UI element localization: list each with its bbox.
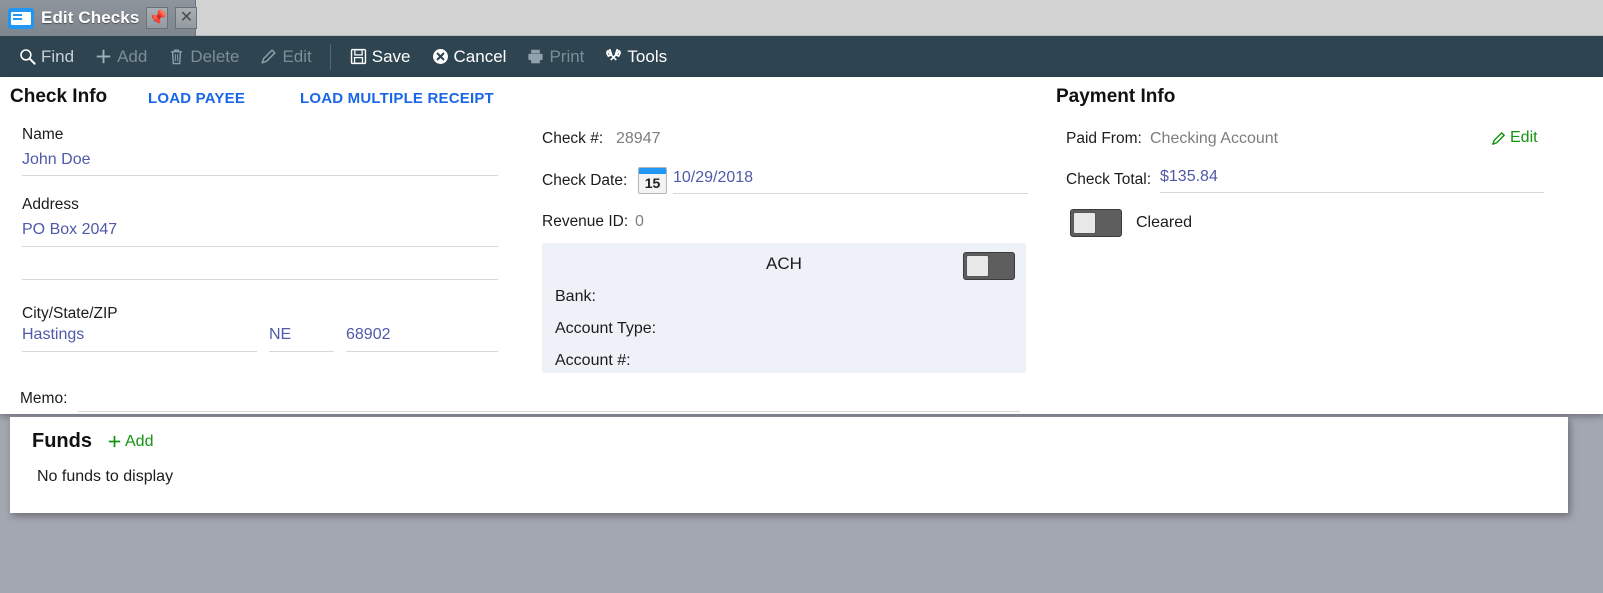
name-input[interactable]: John Doe (22, 151, 498, 176)
zip-value: 68902 (346, 326, 391, 343)
check-number-label: Check #: (542, 130, 604, 147)
toolbar-cancel-label: Cancel (453, 46, 507, 66)
pin-icon[interactable]: 📌 (146, 7, 169, 29)
calendar-icon-day: 15 (644, 175, 661, 191)
check-date-label: Check Date: (542, 172, 628, 189)
check-number-value: 28947 (616, 130, 661, 147)
funds-add-label: Add (125, 432, 154, 450)
check-total-value: $135.84 (1160, 168, 1218, 185)
name-label: Name (22, 126, 64, 143)
toolbar-separator (329, 43, 331, 70)
toolbar-add-button[interactable]: Add (84, 36, 157, 77)
cleared-toggle-knob (1073, 212, 1096, 234)
check-edit-panel: Check Info LOAD PAYEE LOAD MULTIPLE RECE… (0, 77, 1603, 414)
zip-input[interactable]: 68902 (346, 326, 498, 352)
search-icon (20, 49, 36, 65)
name-value: John Doe (22, 151, 91, 168)
check-document-icon (8, 7, 34, 29)
floppy-icon (350, 48, 366, 65)
check-date-input[interactable]: 10/29/2018 (673, 169, 1028, 194)
toolbar-delete-button[interactable]: Delete (157, 36, 249, 77)
check-date-value: 10/29/2018 (673, 169, 754, 186)
toolbar-add-label: Add (117, 46, 148, 66)
ach-toggle-knob (966, 255, 989, 277)
ach-toggle[interactable] (963, 252, 1015, 280)
check-info-heading: Check Info (10, 86, 108, 107)
city-state-zip-label: City/State/ZIP (22, 305, 118, 322)
ach-panel: ACH Bank: Account Type: Account #: (542, 243, 1026, 373)
ach-account-type-label: Account Type: (555, 320, 657, 337)
toolbar-find-label: Find (41, 46, 75, 66)
main-toolbar: Find Add Delete Edit Save Cancel Print T… (0, 36, 1603, 77)
paid-from-label: Paid From: (1066, 130, 1142, 147)
toolbar-save-label: Save (371, 46, 411, 66)
funds-header: Funds Add (10, 417, 1568, 453)
toolbar-cancel-button[interactable]: Cancel (421, 36, 517, 77)
funds-empty-message: No funds to display (37, 468, 174, 485)
cleared-row: Cleared (1070, 209, 1192, 237)
wrench-icon (606, 48, 622, 61)
funds-add-button[interactable]: Add (106, 433, 153, 451)
x-circle-icon (432, 49, 448, 64)
toolbar-delete-label: Delete (190, 46, 240, 66)
load-multiple-receipt-link[interactable]: LOAD MULTIPLE RECEIPT (300, 90, 494, 107)
window-tab-edit-checks[interactable]: Edit Checks 📌 ✕ (0, 0, 198, 36)
state-input[interactable]: NE (269, 326, 334, 352)
trash-icon (171, 49, 183, 65)
toolbar-find-button[interactable]: Find (8, 36, 84, 77)
revenue-id-value: 0 (635, 213, 644, 230)
ach-account-number-label: Account #: (555, 352, 631, 369)
payment-info-heading: Payment Info (1056, 86, 1176, 107)
toolbar-save-button[interactable]: Save (339, 36, 421, 77)
ach-title: ACH (766, 254, 802, 273)
load-payee-link[interactable]: LOAD PAYEE (148, 90, 245, 107)
toolbar-tools-label: Tools (627, 46, 668, 66)
window-title: Edit Checks (41, 8, 140, 27)
plus-icon (96, 49, 111, 64)
close-icon[interactable]: ✕ (175, 7, 198, 29)
toolbar-print-button[interactable]: Print (516, 36, 594, 77)
plus-icon (108, 435, 121, 448)
toolbar-edit-label: Edit (282, 46, 312, 66)
funds-title: Funds (32, 430, 92, 452)
memo-input[interactable] (78, 388, 1020, 412)
revenue-id-label: Revenue ID: (542, 213, 629, 230)
check-total-input[interactable]: $135.84 (1160, 168, 1544, 193)
check-total-label: Check Total: (1066, 171, 1152, 188)
payment-edit-button[interactable]: Edit (1490, 129, 1538, 147)
address-line1-input[interactable]: PO Box 2047 (22, 221, 498, 247)
printer-icon (528, 49, 544, 64)
city-input[interactable]: Hastings (22, 326, 257, 352)
memo-label: Memo: (20, 390, 68, 407)
funds-panel: Funds Add No funds to display (10, 417, 1568, 513)
address-line1-value: PO Box 2047 (22, 221, 118, 238)
payment-edit-label: Edit (1510, 129, 1538, 146)
city-value: Hastings (22, 326, 85, 343)
state-value: NE (269, 326, 292, 343)
address-label: Address (22, 196, 79, 213)
calendar-icon[interactable]: 15 (638, 167, 667, 194)
ach-bank-label: Bank: (555, 288, 596, 305)
cleared-toggle[interactable] (1070, 209, 1122, 237)
toolbar-tools-button[interactable]: Tools (594, 36, 677, 77)
pencil-icon (261, 49, 277, 64)
toolbar-print-label: Print (549, 46, 585, 66)
cleared-label: Cleared (1136, 214, 1193, 231)
toolbar-edit-button[interactable]: Edit (249, 36, 321, 77)
title-bar: Edit Checks 📌 ✕ (0, 0, 1603, 36)
address-line2-input[interactable] (22, 254, 498, 280)
paid-from-value: Checking Account (1150, 130, 1279, 147)
pencil-icon (1492, 131, 1505, 145)
